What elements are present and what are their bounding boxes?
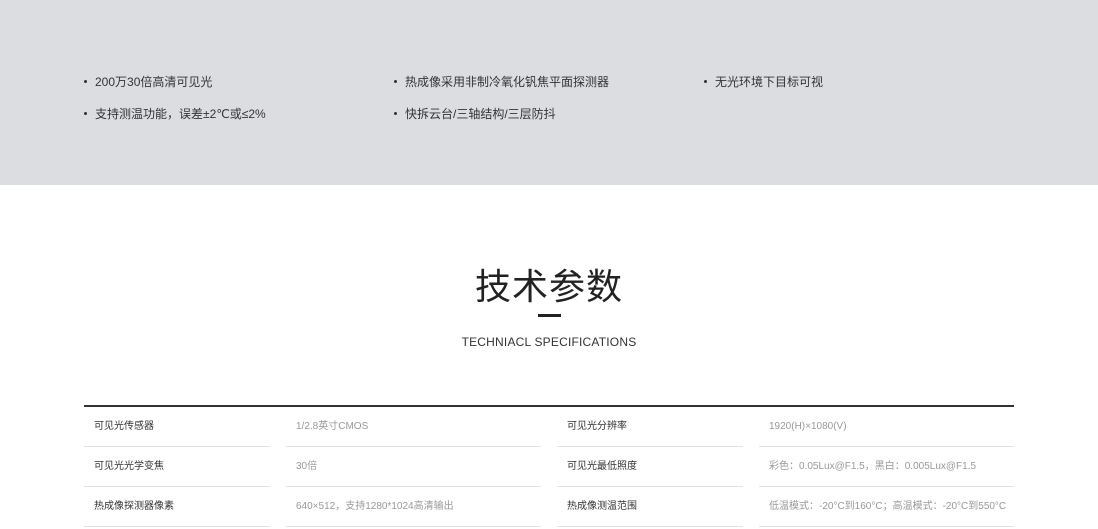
bullet-icon xyxy=(394,80,397,84)
feature-text: 200万30倍高清可见光 xyxy=(95,75,213,89)
features-banner: 200万30倍高清可见光 热成像采用非制冷氧化钒焦平面探测器 无光环境下目标可视… xyxy=(0,0,1098,185)
spec-value: 彩色：0.05Lux@F1.5，黑白：0.005Lux@F1.5 xyxy=(759,447,1014,487)
feature-item: 支持测温功能，误差±2℃或≤2% xyxy=(84,107,266,121)
spec-value: 640×512，支持1280*1024高清输出 xyxy=(286,487,541,527)
feature-text: 热成像采用非制冷氧化钒焦平面探测器 xyxy=(405,75,610,89)
feature-text: 无光环境下目标可视 xyxy=(715,75,824,89)
table-row: 热成像探测器像素 640×512，支持1280*1024高清输出 热成像测温范围… xyxy=(84,487,1014,527)
bullet-icon xyxy=(84,112,87,116)
bullet-icon xyxy=(394,112,397,116)
spec-value: 1/2.8英寸CMOS xyxy=(286,407,541,447)
section-subtitle: TECHNIACL SPECIFICATIONS xyxy=(461,335,637,349)
spec-value: 1920(H)×1080(V) xyxy=(759,407,1014,447)
feature-text: 支持测温功能，误差±2℃或≤2% xyxy=(95,107,266,121)
table-row: 可见光光学变焦 30倍 可见光最低照度 彩色：0.05Lux@F1.5，黑白：0… xyxy=(84,447,1014,487)
section-title: 技术参数 xyxy=(474,267,623,308)
feature-text: 快拆云台/三轴结构/三层防抖 xyxy=(405,107,556,121)
spec-label: 可见光传感器 xyxy=(84,407,270,447)
spec-label: 可见光光学变焦 xyxy=(84,447,270,487)
table-row: 可见光传感器 1/2.8英寸CMOS 可见光分辨率 1920(H)×1080(V… xyxy=(84,407,1014,447)
feature-item: 200万30倍高清可见光 xyxy=(84,75,212,89)
spec-label: 可见光分辨率 xyxy=(557,407,743,447)
bullet-icon xyxy=(84,80,87,84)
title-divider xyxy=(538,314,561,317)
bullet-icon xyxy=(704,80,707,84)
feature-item: 快拆云台/三轴结构/三层防抖 xyxy=(394,107,556,121)
spec-label: 可见光最低照度 xyxy=(557,447,743,487)
spec-table: 可见光传感器 1/2.8英寸CMOS 可见光分辨率 1920(H)×1080(V… xyxy=(84,405,1014,527)
spec-value: 30倍 xyxy=(286,447,541,487)
spec-label: 热成像探测器像素 xyxy=(84,487,270,527)
feature-item: 无光环境下目标可视 xyxy=(704,75,823,89)
feature-item: 热成像采用非制冷氧化钒焦平面探测器 xyxy=(394,75,609,89)
spec-value: 低温模式：-20°C到160°C；高温模式：-20°C到550°C xyxy=(759,487,1014,527)
spec-label: 热成像测温范围 xyxy=(557,487,743,527)
